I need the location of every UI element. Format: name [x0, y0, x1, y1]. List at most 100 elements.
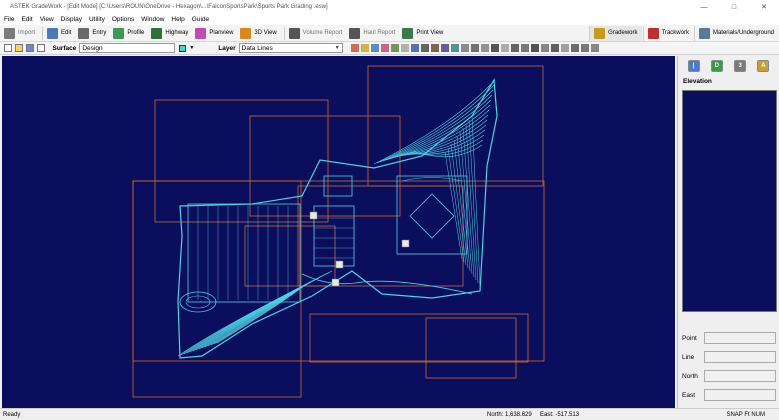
- drawing-tool-24-icon[interactable]: [580, 44, 589, 52]
- volume-report-button[interactable]: Volume Report: [287, 26, 347, 41]
- parking-area: [313, 205, 355, 267]
- surface-select[interactable]: Design: [79, 43, 176, 53]
- drawing-tool-22-icon[interactable]: [560, 44, 569, 52]
- toolbar-button-label: Edit: [61, 30, 72, 36]
- menu-utility[interactable]: Utility: [89, 16, 105, 23]
- panel-gray-icon[interactable]: 3: [734, 60, 747, 72]
- toolbar-button-label: Profile: [127, 30, 145, 36]
- menu-edit[interactable]: Edit: [21, 16, 32, 23]
- toolbar-button-label: Import: [18, 30, 36, 36]
- drawing-tool-5-icon[interactable]: [390, 44, 399, 52]
- edit-icon: [47, 27, 59, 39]
- drawing-tool-18-icon[interactable]: [520, 44, 529, 52]
- materials-underground-button[interactable]: Materials/Underground: [693, 25, 778, 41]
- drawing-tool-17-icon[interactable]: [510, 44, 519, 52]
- sheet-boundary: [425, 317, 517, 379]
- toolbar-button-label: Print View: [416, 30, 444, 36]
- drawing-tool-20-icon[interactable]: [540, 44, 549, 52]
- toolbar-button-label: Planview: [209, 30, 234, 36]
- gradework-button[interactable]: Gradework: [589, 25, 642, 41]
- drawing-tool-4-icon[interactable]: [380, 44, 389, 52]
- point-marker: [335, 260, 344, 269]
- window-title: ASTEK GradeWork - [Edit Mode] [C:\Users\…: [10, 4, 328, 10]
- toolbar-button-label: Haul Report: [363, 30, 396, 36]
- entry-button[interactable]: Entry: [76, 26, 110, 41]
- save-icon[interactable]: [26, 44, 34, 52]
- drawing-canvas[interactable]: [2, 56, 675, 408]
- drawing-tool-14-icon[interactable]: [480, 44, 489, 52]
- line-field[interactable]: [704, 351, 776, 363]
- drawing-tool-21-icon[interactable]: [550, 44, 559, 52]
- drawing-tool-8-icon[interactable]: [420, 44, 429, 52]
- drawing-tool-1-icon[interactable]: [350, 44, 359, 52]
- layer-toolbar: Surface Design ▼ Layer Data Lines ▼: [0, 42, 779, 55]
- elevation-view[interactable]: [682, 90, 777, 312]
- menu-display[interactable]: Display: [61, 16, 82, 23]
- close-button[interactable]: ✕: [749, 0, 779, 14]
- haul-report-button[interactable]: Haul Report: [347, 26, 399, 41]
- drawing-tool-15-icon[interactable]: [490, 44, 499, 52]
- maximize-button[interactable]: □: [719, 0, 749, 14]
- planview-button[interactable]: Planview: [193, 26, 237, 41]
- drawing-tool-2-icon[interactable]: [360, 44, 369, 52]
- status-east: East: -517.513: [540, 411, 580, 418]
- menu-help[interactable]: Help: [171, 16, 184, 23]
- east-field[interactable]: [704, 389, 776, 401]
- swatch-dropdown-icon[interactable]: ▼: [189, 45, 194, 51]
- drawing-tool-9-icon[interactable]: [430, 44, 439, 52]
- panel-green-icon[interactable]: D: [710, 60, 723, 72]
- status-ready: Ready: [3, 411, 21, 418]
- profile-icon: [113, 27, 125, 39]
- menu-options[interactable]: Options: [112, 16, 134, 23]
- panel-gold-icon[interactable]: A: [757, 60, 770, 72]
- drawing-tool-11-icon[interactable]: [450, 44, 459, 52]
- sheet-boundary: [367, 65, 544, 187]
- import-button[interactable]: Import: [2, 26, 39, 41]
- menu-window[interactable]: Window: [141, 16, 164, 23]
- materials-icon: [698, 27, 710, 39]
- 3d-view-icon: [240, 27, 252, 39]
- print-view-button[interactable]: Print View: [400, 26, 447, 41]
- entry-icon: [78, 27, 90, 39]
- drawing-tool-12-icon[interactable]: [460, 44, 469, 52]
- window-controls: — □ ✕: [689, 0, 779, 14]
- layer-color-swatch[interactable]: [179, 44, 187, 52]
- drawing-tool-13-icon[interactable]: [470, 44, 479, 52]
- edit-button[interactable]: Edit: [45, 26, 75, 41]
- chevron-down-icon: ▼: [334, 45, 340, 51]
- drawing-tool-19-icon[interactable]: [530, 44, 539, 52]
- minimize-button[interactable]: —: [689, 0, 719, 14]
- highway-button[interactable]: Highway: [149, 26, 192, 41]
- drawing-tool-10-icon[interactable]: [440, 44, 449, 52]
- open-folder-icon[interactable]: [15, 44, 23, 52]
- point-marker: [309, 211, 318, 220]
- layer-select[interactable]: Data Lines ▼: [238, 43, 343, 53]
- drawing-tool-25-icon[interactable]: [590, 44, 599, 52]
- print-icon[interactable]: [37, 44, 45, 52]
- north-field[interactable]: [704, 370, 776, 382]
- layer-value: Data Lines: [241, 44, 273, 52]
- 3d-view-button[interactable]: 3D View: [238, 26, 280, 41]
- toolbar-button-label: Trackwork: [661, 30, 689, 36]
- panel-blue-icon[interactable]: |: [687, 60, 700, 72]
- drawing-tool-7-icon[interactable]: [410, 44, 419, 52]
- sheet-boundary: [132, 180, 545, 362]
- drawing-tool-3-icon[interactable]: [370, 44, 379, 52]
- drawing-tool-6-icon[interactable]: [400, 44, 409, 52]
- menu-file[interactable]: File: [4, 16, 14, 23]
- drawing-tool-23-icon[interactable]: [570, 44, 579, 52]
- toolbar-button-label: Gradework: [608, 30, 638, 36]
- toolbar-button-label: Highway: [165, 30, 189, 36]
- north-label: North: [682, 372, 698, 380]
- trackwork-button[interactable]: Trackwork: [642, 25, 693, 41]
- product-tabs: Gradework Trackwork Materials/Underground: [589, 25, 779, 41]
- layer-label: Layer: [218, 44, 236, 52]
- menu-view[interactable]: View: [40, 16, 54, 23]
- profile-button[interactable]: Profile: [111, 26, 148, 41]
- site-plan-drawing[interactable]: [2, 56, 675, 408]
- point-field[interactable]: [704, 332, 776, 344]
- elevation-panel: | D 3 A Elevation Point Line North East: [677, 56, 779, 408]
- drawing-tool-16-icon[interactable]: [500, 44, 509, 52]
- menu-guide[interactable]: Guide: [192, 16, 209, 23]
- new-file-icon[interactable]: [4, 44, 12, 52]
